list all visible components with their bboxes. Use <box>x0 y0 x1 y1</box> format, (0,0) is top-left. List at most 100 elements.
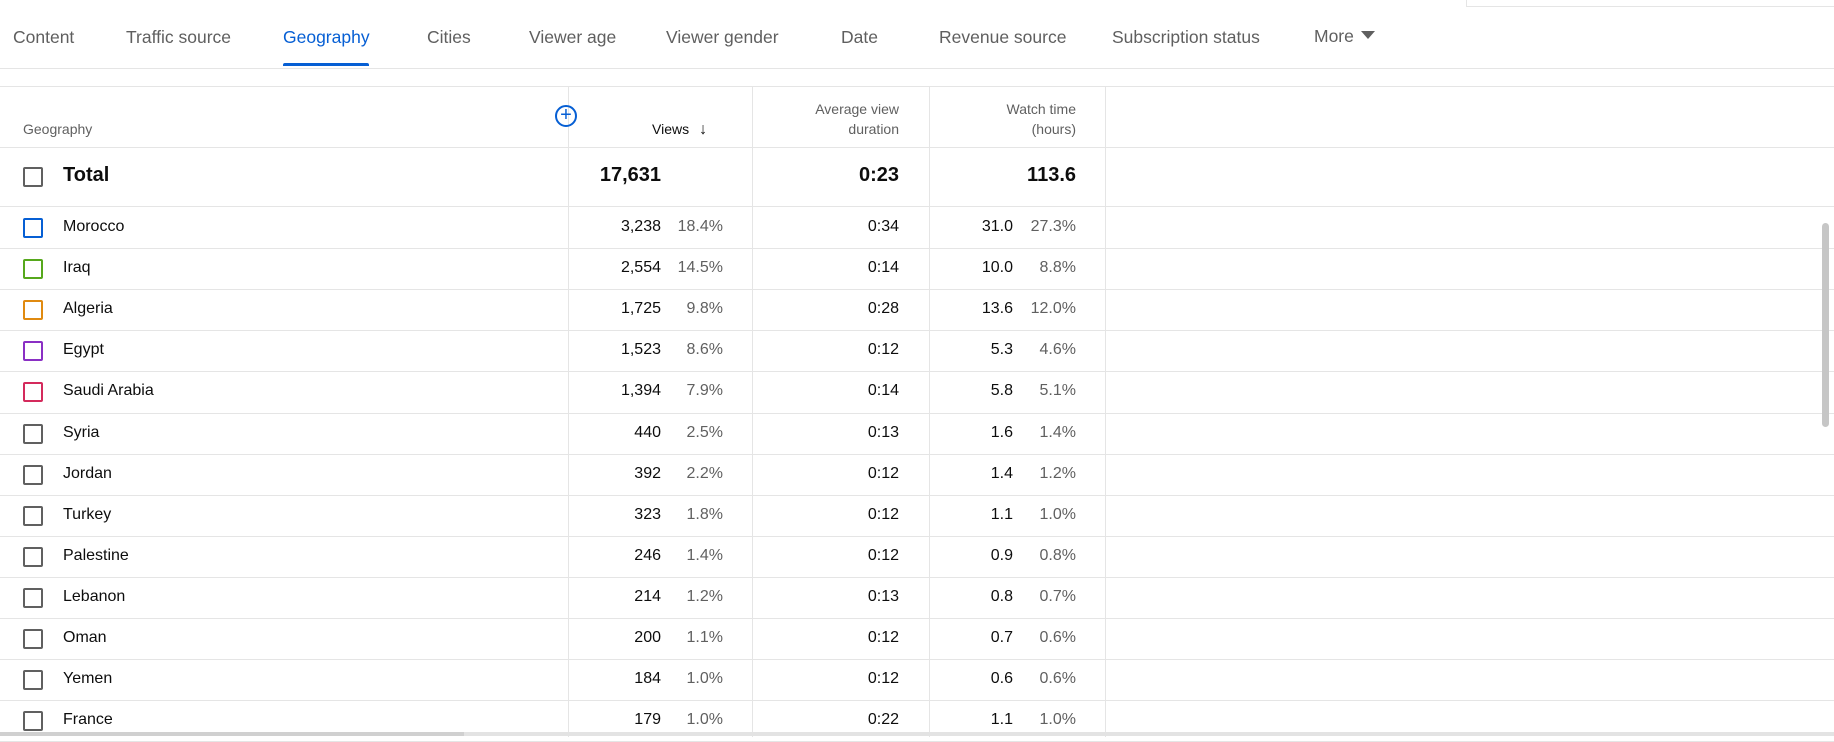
divider <box>1466 6 1834 7</box>
table-row: Algeria 1,725 9.8% 0:28 13.6 12.0% <box>0 289 1834 330</box>
tab-viewer-age[interactable]: Viewer age <box>529 27 616 48</box>
views-value: 2,554 <box>620 259 661 276</box>
row-checkbox[interactable] <box>23 506 43 526</box>
watch-time-percent: 0.6% <box>1039 670 1076 687</box>
views-percent: 1.0% <box>686 711 723 728</box>
watch-time-value: 0.6 <box>990 670 1013 687</box>
row-checkbox[interactable] <box>23 670 43 690</box>
avg-duration-value: 0:12 <box>867 670 899 687</box>
country-name: Lebanon <box>63 588 126 605</box>
scrollbar-thumb[interactable] <box>1822 223 1829 427</box>
watch-time-value: 0.9 <box>990 547 1013 564</box>
total-row: Total 17,631 0:23 113.6 <box>0 148 1834 206</box>
avg-duration-value: 0:14 <box>867 382 899 399</box>
tab-cities[interactable]: Cities <box>427 27 471 48</box>
tab-content[interactable]: Content <box>13 27 74 48</box>
views-percent: 14.5% <box>677 259 723 276</box>
country-name: Morocco <box>63 218 125 235</box>
views-value: 3,238 <box>620 218 661 235</box>
views-percent: 2.2% <box>686 465 723 482</box>
total-watch-time: 113.6 <box>1027 164 1076 186</box>
row-checkbox[interactable] <box>23 300 43 320</box>
tab-traffic-source[interactable]: Traffic source <box>126 27 231 48</box>
report-tab-bar: Content Traffic source Geography Cities … <box>0 0 1834 69</box>
avg-duration-value: 0:22 <box>867 711 899 728</box>
row-checkbox[interactable] <box>23 218 43 238</box>
tab-revenue-source[interactable]: Revenue source <box>939 27 1066 48</box>
row-checkbox[interactable] <box>23 588 43 608</box>
watch-time-value: 1.1 <box>990 506 1013 523</box>
views-value: 184 <box>634 670 661 687</box>
watch-time-value: 1.4 <box>990 465 1013 482</box>
tab-more[interactable]: More <box>1314 26 1375 47</box>
row-checkbox[interactable] <box>23 341 43 361</box>
views-value: 214 <box>634 588 661 605</box>
country-name: Iraq <box>63 259 91 276</box>
horizontal-scrollbar[interactable] <box>0 732 1834 736</box>
table-row: Saudi Arabia 1,394 7.9% 0:14 5.8 5.1% <box>0 371 1834 412</box>
caret-down-icon <box>1360 31 1375 39</box>
table-row: Syria 440 2.5% 0:13 1.6 1.4% <box>0 413 1834 454</box>
row-checkbox[interactable] <box>23 711 43 731</box>
watch-time-percent: 0.7% <box>1039 588 1076 605</box>
avg-duration-value: 0:13 <box>867 424 899 441</box>
column-header-watch-time[interactable]: Watch time (hours) <box>916 99 1077 139</box>
total-views: 17,631 <box>599 164 661 186</box>
active-tab-indicator <box>283 63 369 66</box>
avg-duration-value: 0:28 <box>867 300 899 317</box>
watch-time-value: 0.8 <box>990 588 1013 605</box>
views-value: 392 <box>634 465 661 482</box>
views-value: 1,523 <box>620 341 661 358</box>
tab-subscription-status[interactable]: Subscription status <box>1112 27 1260 48</box>
watch-time-value: 5.3 <box>990 341 1013 358</box>
avg-duration-value: 0:12 <box>867 465 899 482</box>
country-name: Algeria <box>63 300 113 317</box>
country-name: Jordan <box>63 465 112 482</box>
column-header-geography[interactable]: Geography <box>23 119 92 139</box>
country-name: Turkey <box>63 506 112 523</box>
views-percent: 1.8% <box>686 506 723 523</box>
watch-time-percent: 8.8% <box>1039 259 1076 276</box>
plus-circle-icon[interactable]: + <box>555 105 577 127</box>
watch-time-percent: 0.8% <box>1039 547 1076 564</box>
table-row: Palestine 246 1.4% 0:12 0.9 0.8% <box>0 536 1834 577</box>
table-row: Iraq 2,554 14.5% 0:14 10.0 8.8% <box>0 248 1834 289</box>
tab-date[interactable]: Date <box>841 27 878 48</box>
tab-viewer-gender[interactable]: Viewer gender <box>666 27 779 48</box>
total-checkbox[interactable] <box>23 167 43 187</box>
watch-time-value: 13.6 <box>981 300 1013 317</box>
avg-duration-value: 0:34 <box>867 218 899 235</box>
watch-time-value: 1.6 <box>990 424 1013 441</box>
row-checkbox[interactable] <box>23 465 43 485</box>
watch-time-percent: 1.4% <box>1039 424 1076 441</box>
tab-geography[interactable]: Geography <box>283 27 370 48</box>
table-row: Oman 200 1.1% 0:12 0.7 0.6% <box>0 618 1834 659</box>
country-name: France <box>63 711 113 728</box>
views-percent: 18.4% <box>677 218 723 235</box>
column-header-views[interactable]: Views ↓ <box>652 119 707 140</box>
country-name: Egypt <box>63 341 104 358</box>
column-header-average-view-duration[interactable]: Average view duration <box>739 99 899 139</box>
views-percent: 2.5% <box>686 424 723 441</box>
avg-duration-value: 0:12 <box>867 506 899 523</box>
watch-time-value: 1.1 <box>990 711 1013 728</box>
header-line: Average view <box>815 101 899 117</box>
avg-duration-value: 0:14 <box>867 259 899 276</box>
views-value: 200 <box>634 629 661 646</box>
row-checkbox[interactable] <box>23 629 43 649</box>
country-name: Palestine <box>63 547 129 564</box>
views-value: 246 <box>634 547 661 564</box>
views-value: 1,725 <box>620 300 661 317</box>
views-value: 440 <box>634 424 661 441</box>
scrollbar-thumb[interactable] <box>0 732 464 736</box>
row-checkbox[interactable] <box>23 382 43 402</box>
table-row: Morocco 3,238 18.4% 0:34 31.0 27.3% <box>0 207 1834 248</box>
watch-time-percent: 1.2% <box>1039 465 1076 482</box>
row-checkbox[interactable] <box>23 547 43 567</box>
header-line: (hours) <box>1031 121 1076 137</box>
table-row: Lebanon 214 1.2% 0:13 0.8 0.7% <box>0 577 1834 618</box>
row-checkbox[interactable] <box>23 259 43 279</box>
row-checkbox[interactable] <box>23 424 43 444</box>
watch-time-value: 0.7 <box>990 629 1013 646</box>
watch-time-percent: 1.0% <box>1039 711 1076 728</box>
